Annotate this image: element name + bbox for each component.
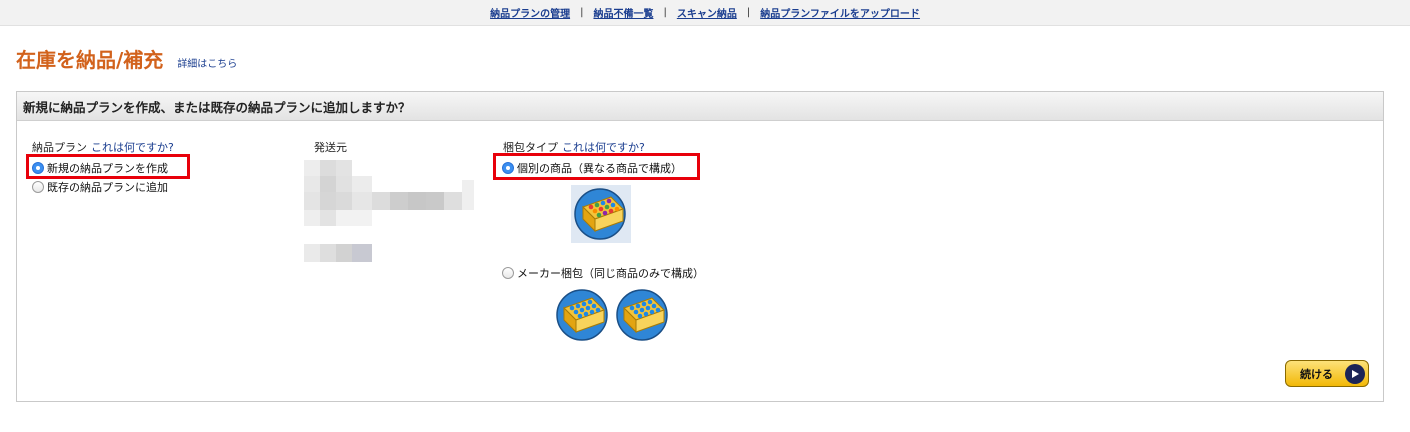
nav-link-problem-list[interactable]: 納品不備一覧 [593,5,653,20]
shipment-plan-panel: 新規に納品プランを作成、または既存の納品プランに追加しますか？ 納品プラン これは… [16,91,1384,402]
case-packed-box-icon[interactable] [615,288,669,342]
radio-individual-items[interactable]: 個別の商品（異なる商品で構成） [502,160,682,176]
nav-link-scan-shipment[interactable]: スキャン納品 [677,5,737,20]
nav-link-upload-plan-file[interactable]: 納品プランファイルをアップロード [760,5,920,20]
page-title: 在庫を納品/補充 [16,48,164,72]
radio-new-plan-label: 新規の納品プランを作成 [47,162,168,175]
details-link[interactable]: 詳細はこちら [177,55,237,70]
nav-separator: | [663,7,667,18]
title-row: 在庫を納品/補充 詳細はこちら [16,44,237,73]
radio-individual-items-label: 個別の商品（異なる商品で構成） [517,162,682,175]
radio-case-packed-label: メーカー梱包（同じ商品のみで構成） [517,267,704,280]
nav-link-manage-plans[interactable]: 納品プランの管理 [490,5,570,20]
plan-help-link[interactable]: これは何ですか? [91,141,174,154]
panel-header: 新規に納品プランを作成、または既存の納品プランに追加しますか？ [17,92,1383,121]
nav-separator: | [580,7,584,18]
radio-case-packed-button[interactable] [502,267,514,279]
radio-new-plan-button[interactable] [32,162,44,174]
arrow-right-icon [1345,363,1365,384]
radio-case-packed[interactable]: メーカー梱包（同じ商品のみで構成） [502,265,704,281]
plan-label-row: 納品プラン これは何ですか? [32,139,174,155]
nav-separator: | [746,7,751,18]
ship-from-label: 発送元 [314,141,347,154]
plan-label: 納品プラン [32,141,87,154]
radio-individual-items-button[interactable] [502,162,514,174]
mixed-items-box-icon[interactable] [571,185,631,243]
radio-existing-plan[interactable]: 既存の納品プランに追加 [32,179,168,195]
continue-button[interactable]: 続ける [1285,360,1369,387]
top-nav: 納品プランの管理 | 納品不備一覧 | スキャン納品 | 納品プランファイルをア… [0,0,1410,26]
radio-existing-plan-label: 既存の納品プランに追加 [47,181,168,194]
radio-new-plan[interactable]: 新規の納品プランを作成 [32,160,168,176]
case-packed-box-icon[interactable] [555,288,609,342]
continue-button-label: 続ける [1300,367,1333,381]
radio-existing-plan-button[interactable] [32,181,44,193]
